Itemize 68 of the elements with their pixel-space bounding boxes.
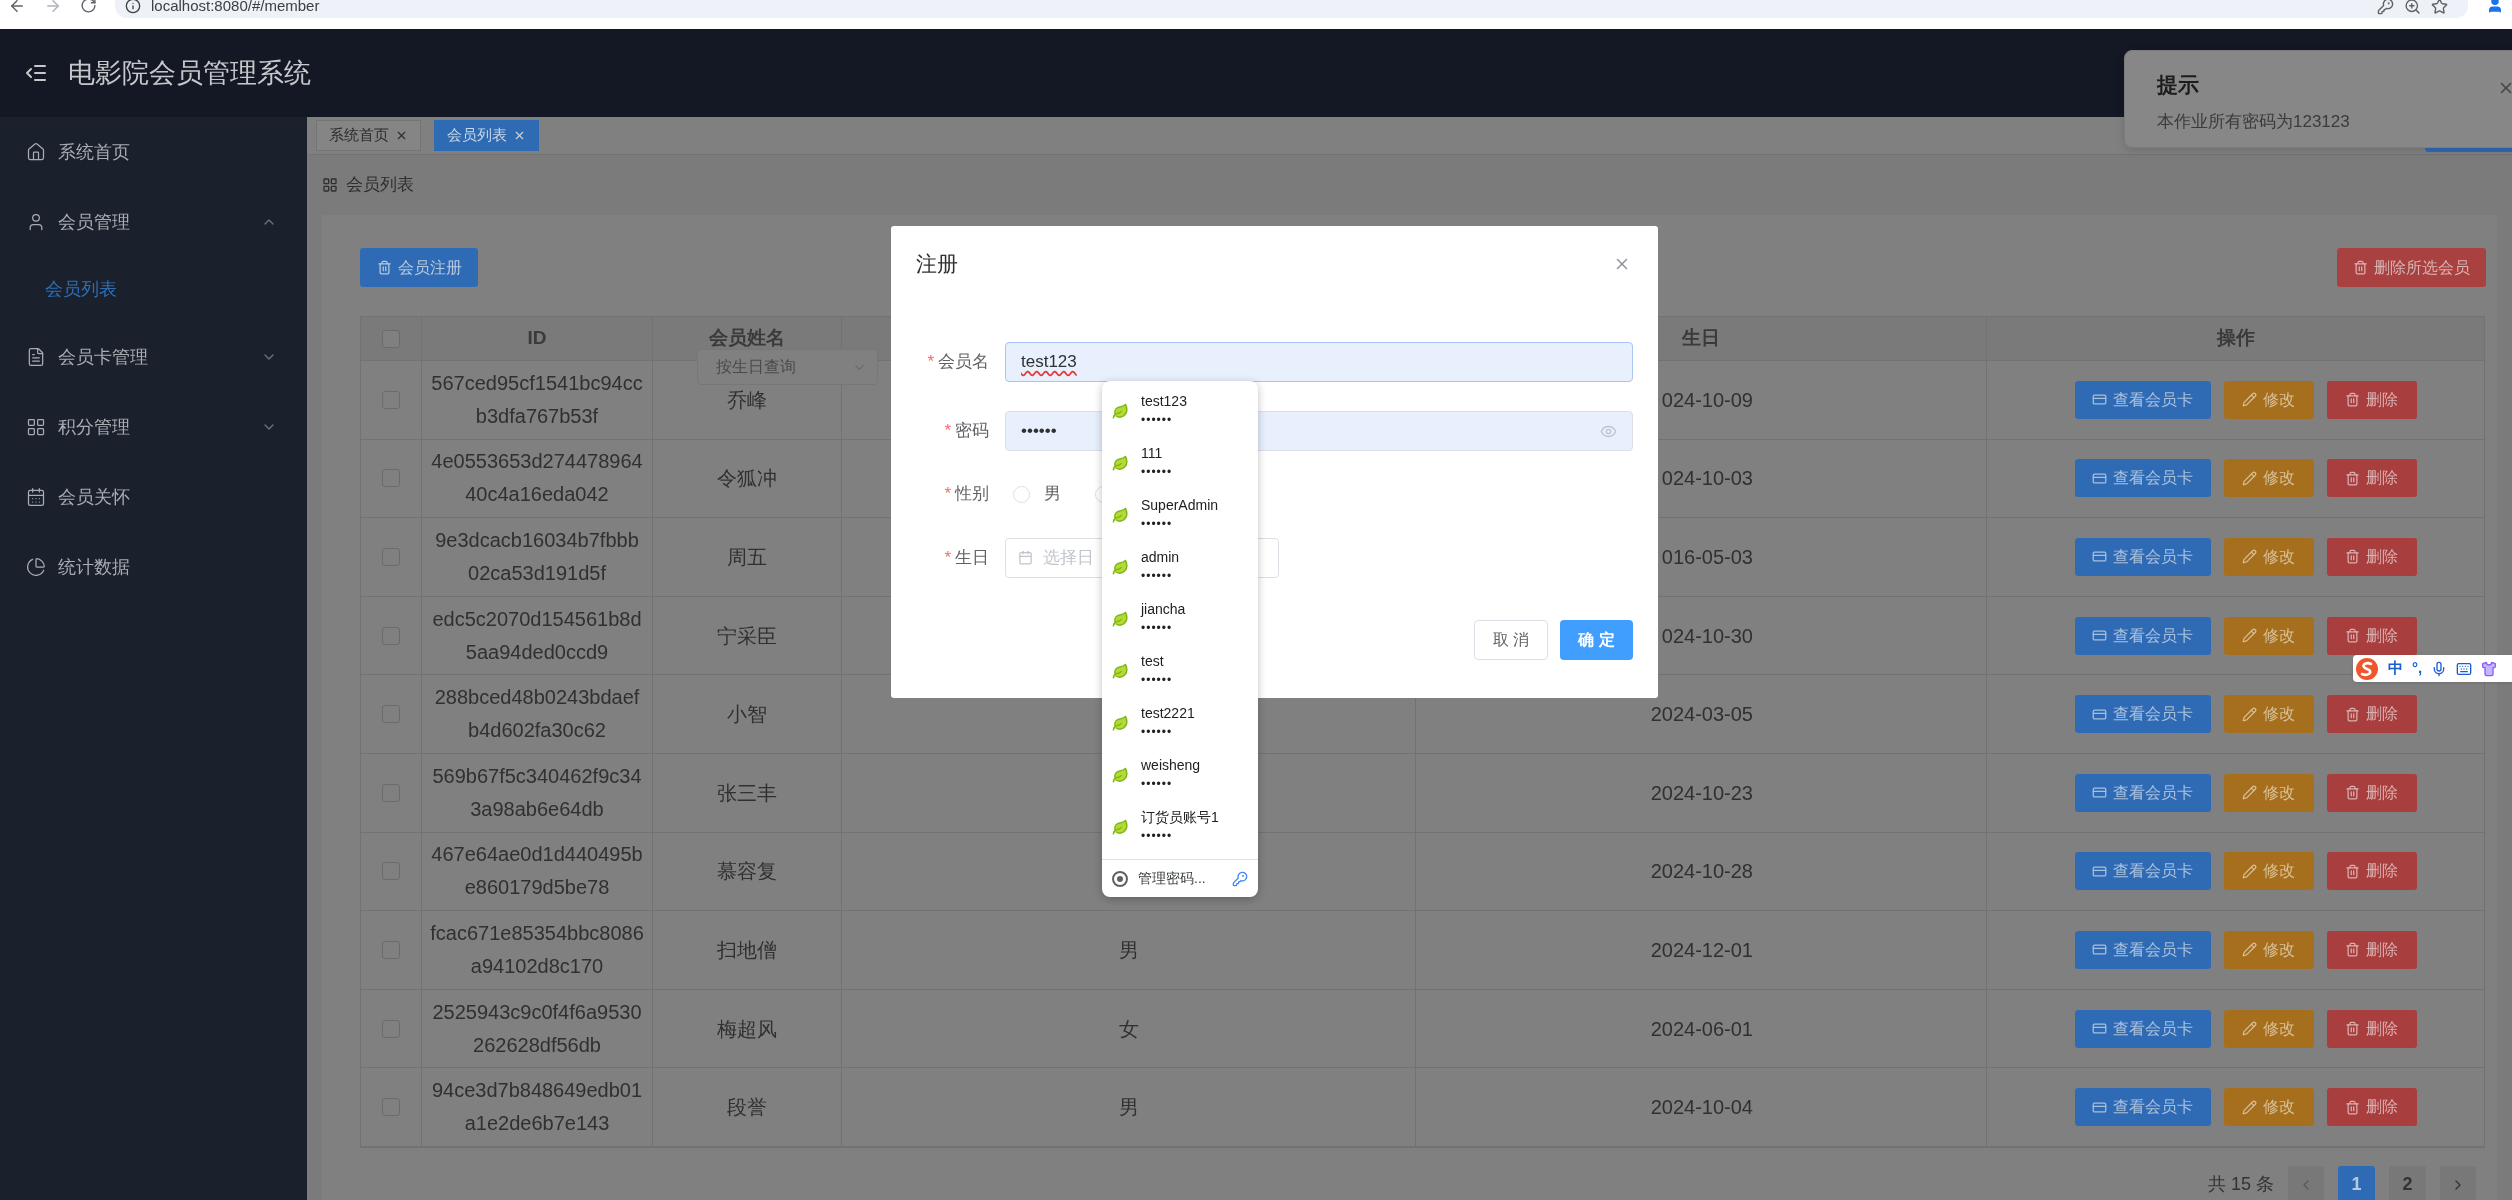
- required-mark: *: [927, 351, 934, 374]
- table-cell-text: 梅超风: [717, 1016, 777, 1042]
- dialog-title: 注册: [916, 251, 958, 278]
- table-cell-text: 024-10-09: [1661, 387, 1753, 413]
- column-header: 操作: [2216, 326, 2255, 351]
- table-cell-text: 扫地僧: [717, 937, 777, 963]
- masked-password: ••••••: [1141, 828, 1174, 845]
- table-cell-text: 288bced48b0243bdaefb4d602fa30c62: [433, 685, 641, 744]
- table-cell-text: 令狐冲: [717, 466, 777, 492]
- account-name: SuperAdmin: [1141, 496, 1219, 515]
- table-cell-text: edc5c2070d154561b8d5aa94ded0ccd9: [431, 606, 643, 665]
- table-cell-text: 567ced95cf1541bc94ccb3dfa767b53f: [430, 370, 644, 429]
- table-cell-text: 024-10-03: [1661, 466, 1753, 492]
- table-cell-text: 016-05-03: [1661, 545, 1753, 570]
- table-cell-text: 9e3dcacb16034b7fbbb02ca53d191d5f: [434, 528, 640, 586]
- table-cell-text: 乔峰: [727, 387, 767, 413]
- table-cell-text: 2024-10-28: [1650, 859, 1753, 885]
- table-cell-text: 男: [1118, 1095, 1139, 1121]
- column-header: 生日: [1682, 326, 1720, 351]
- masked-password: ••••••: [1141, 724, 1174, 741]
- required-mark: *: [944, 546, 951, 569]
- masked-password: ••••••: [1141, 464, 1173, 481]
- table-cell-text: 小智: [727, 702, 767, 728]
- account-name: 订货员账号1: [1141, 808, 1219, 827]
- masked-password: ••••••: [1141, 568, 1174, 585]
- table-cell-text: 569b67f5c340462f9c343a98ab6e64db: [431, 763, 643, 822]
- total-count: 共 15 条: [2207, 1173, 2274, 1197]
- account-name: jiancha: [1141, 600, 1186, 619]
- table-cell-text: 2024-03-05: [1650, 702, 1753, 728]
- table-cell-text: fcac671e85354bbc8086a94102d8c170: [430, 920, 644, 979]
- field-label: 密码: [955, 420, 989, 443]
- table-cell-text: 慕容复: [717, 859, 777, 885]
- app-title: 电影院会员管理系统: [68, 56, 311, 90]
- field-label: 生日: [955, 546, 989, 569]
- masked-password: ••••••: [1141, 672, 1173, 689]
- notification-title: 提示: [2157, 72, 2199, 98]
- table-cell-text: 024-10-30: [1661, 623, 1753, 649]
- account-name: test2221: [1141, 704, 1195, 723]
- account-name: test123: [1141, 392, 1187, 411]
- account-name: test: [1141, 652, 1165, 671]
- table-cell-text: 467e64ae0d1d440495be860179d5be78: [430, 842, 644, 901]
- table-cell-text: 周五: [727, 545, 767, 570]
- table-cell-text: 张三丰: [717, 780, 777, 806]
- table-cell-text: 男: [1118, 937, 1139, 963]
- field-label: 会员名: [938, 351, 989, 374]
- table-cell-text: 94ce3d7b848649edb01a1e2de6b7e143: [430, 1078, 644, 1137]
- required-mark: *: [944, 420, 951, 443]
- table-cell-text: 2525943c9c0f4f6a9530262628df56db: [431, 999, 643, 1058]
- table-cell-text: 2024-06-01: [1650, 1016, 1753, 1042]
- column-header: 会员姓名: [709, 326, 785, 351]
- table-cell-text: 2024-10-23: [1650, 780, 1753, 806]
- masked-password: ••••••: [1141, 412, 1174, 429]
- notification-message: 本作业所有密码为123123: [2157, 110, 2351, 133]
- table-cell-text: 段誉: [727, 1095, 767, 1121]
- masked-password: ••••••: [1141, 516, 1174, 533]
- masked-password: ••••••: [1141, 620, 1174, 637]
- required-mark: *: [944, 483, 951, 506]
- table-cell-text: 宁采臣: [717, 623, 777, 649]
- table-cell-text: 4e0553653d27447896440c4a16eda042: [430, 449, 644, 508]
- column-header: ID: [527, 326, 547, 351]
- field-label: 性别: [955, 483, 989, 506]
- account-name: admin: [1141, 548, 1180, 567]
- table-cell-text: 2024-10-04: [1650, 1095, 1753, 1121]
- account-name: weisheng: [1141, 756, 1201, 775]
- table-cell-text: 女: [1118, 1016, 1139, 1042]
- table-cell-text: 2024-12-01: [1650, 937, 1753, 963]
- breadcrumb: 会员列表: [346, 174, 414, 197]
- masked-password: ••••••: [1141, 776, 1174, 793]
